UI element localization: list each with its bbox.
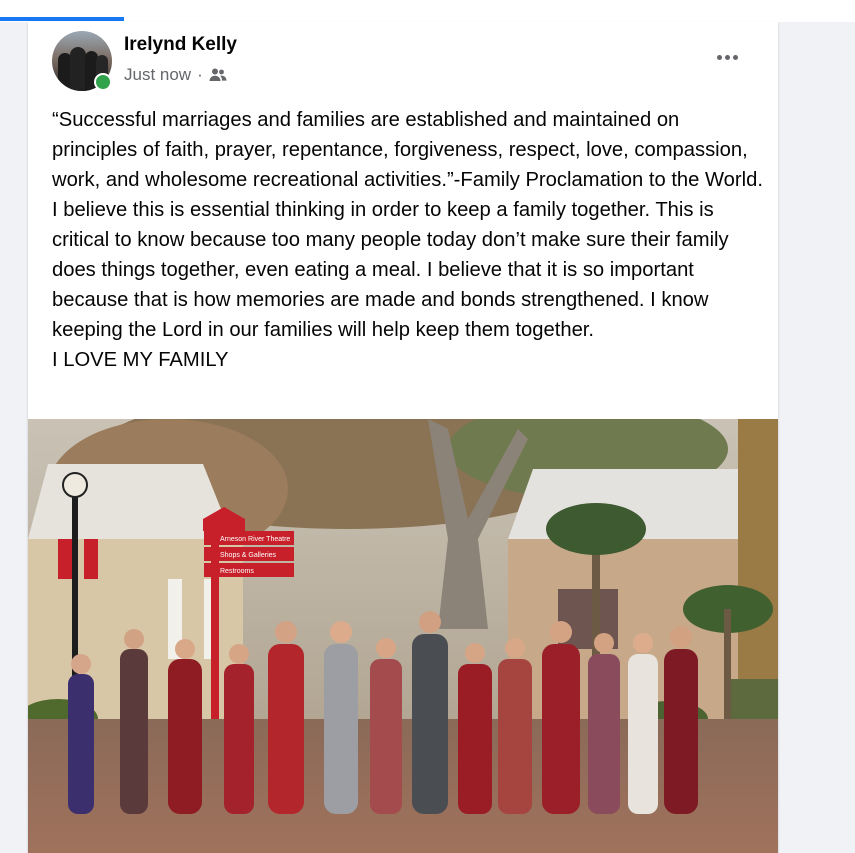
friends-icon[interactable]: [209, 67, 227, 83]
left-gutter: [0, 22, 28, 853]
online-status-dot: [94, 73, 112, 91]
post-card: Irelynd Kelly Just now · “Successful mar…: [28, 22, 778, 853]
author-avatar[interactable]: [52, 31, 112, 91]
sign-line-1: Arneson River Theatre: [220, 536, 290, 543]
right-gutter: [778, 22, 855, 853]
post-body-text: “Successful marriages and families are e…: [52, 109, 763, 371]
post-photo[interactable]: Arneson River Theatre Shops & Galleries …: [28, 419, 778, 853]
meta-separator: ·: [197, 65, 203, 84]
loading-progress-bar: [0, 17, 124, 21]
post-meta: Just now ·: [124, 65, 227, 85]
more-options-button[interactable]: [711, 44, 743, 70]
sign-line-2: Shops & Galleries: [220, 552, 277, 559]
author-name[interactable]: Irelynd Kelly: [124, 34, 237, 56]
more-horizontal-icon: [716, 54, 722, 60]
top-bar: [0, 0, 855, 22]
sign-line-3: Restrooms: [220, 568, 254, 575]
post-timestamp[interactable]: Just now: [124, 65, 191, 85]
